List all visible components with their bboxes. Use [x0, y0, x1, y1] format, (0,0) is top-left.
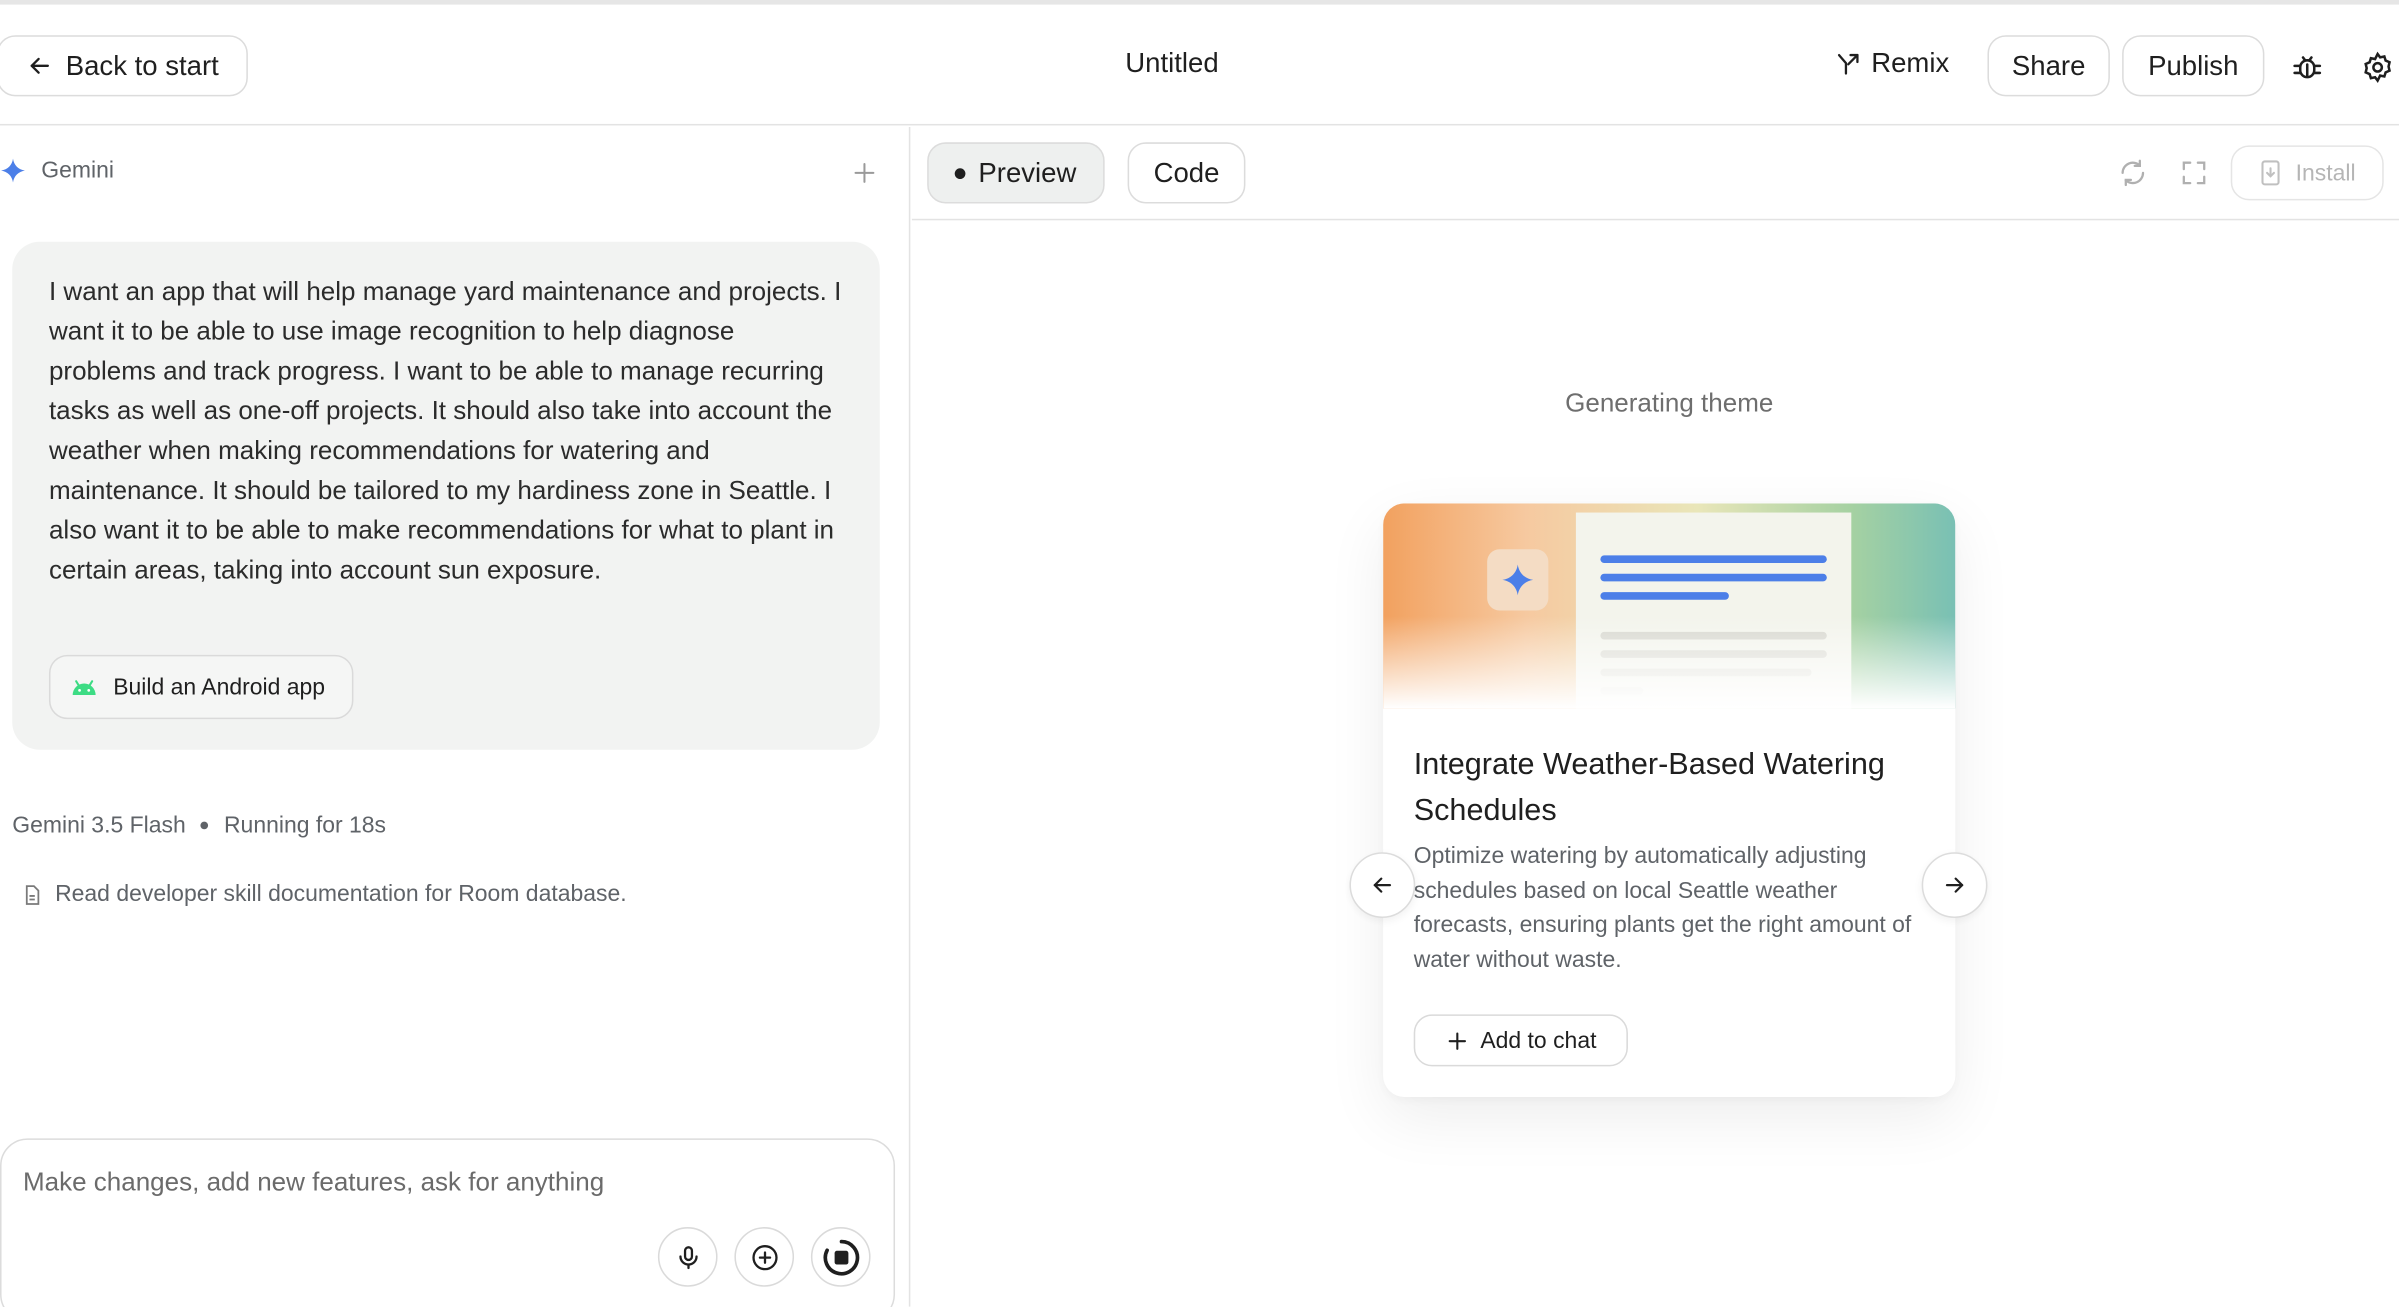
remix-icon [1837, 53, 1859, 74]
previous-card-button[interactable] [1349, 852, 1416, 918]
user-prompt-bubble: I want an app that will help manage yard… [12, 241, 880, 750]
generating-status: Generating theme [1565, 388, 1774, 418]
model-name: Gemini [41, 157, 115, 184]
mic-button[interactable] [657, 1227, 718, 1287]
build-android-app-chip[interactable]: Build an Android app [48, 654, 354, 720]
card-description: Optimize watering by automatically adjus… [1413, 843, 1912, 973]
stop-generation-button[interactable] [810, 1227, 871, 1287]
status-separator [201, 821, 209, 830]
arrow-left-icon [30, 57, 49, 74]
install-label: Install [2295, 159, 2356, 186]
tab-preview-label: Preview [978, 156, 1077, 188]
stop-icon [822, 1238, 859, 1275]
preview-panel: Preview Code Install Generating theme In… [911, 127, 2399, 1307]
run-status: Gemini 3.5 Flash Running for 18s [12, 812, 386, 838]
add-to-chat-label: Add to chat [1480, 1027, 1597, 1054]
build-android-app-label: Build an Android app [113, 673, 326, 700]
install-button[interactable]: Install [2230, 145, 2384, 201]
task-step: Read developer skill documentation for R… [21, 881, 627, 908]
gear-icon[interactable] [2361, 50, 2395, 84]
plus-icon [1447, 1031, 1466, 1050]
add-circle-icon [751, 1244, 777, 1270]
project-title[interactable]: Untitled [1047, 47, 1298, 79]
back-to-start-button[interactable]: Back to start [0, 35, 248, 97]
add-attachment-button[interactable] [734, 1227, 795, 1287]
remix-button[interactable]: Remix [1834, 47, 1949, 79]
install-icon [2262, 160, 2281, 186]
bug-icon[interactable] [2290, 50, 2324, 84]
fullscreen-icon[interactable] [2179, 158, 2210, 189]
card-hero-image [1383, 503, 1956, 709]
gemini-spark-icon [1, 158, 25, 183]
tab-preview[interactable]: Preview [927, 142, 1105, 204]
next-card-button[interactable] [1921, 852, 1988, 918]
remix-label: Remix [1871, 47, 1950, 79]
chat-composer [0, 1138, 896, 1307]
app-header: Back to start Untitled Remix Share Publi… [0, 5, 2399, 126]
chat-input[interactable] [22, 1167, 880, 1198]
new-chat-plus-icon[interactable] [849, 158, 880, 189]
feature-suggestion-card: Integrate Weather-Based Watering Schedul… [1383, 503, 1956, 1098]
document-icon [25, 884, 40, 905]
task-step-text: Read developer skill documentation for R… [55, 881, 627, 908]
status-model: Gemini 3.5 Flash [12, 812, 186, 839]
refresh-icon[interactable] [2118, 158, 2149, 189]
model-header: Gemini [0, 158, 114, 184]
tab-code[interactable]: Code [1127, 142, 1246, 204]
status-running: Running for 18s [223, 812, 387, 839]
mic-icon [678, 1245, 697, 1269]
arrow-left-icon [1373, 877, 1392, 893]
chat-panel: Gemini I want an app that will help mana… [0, 126, 911, 1307]
add-to-chat-button[interactable]: Add to chat [1413, 1014, 1628, 1067]
hero-fade [1383, 503, 1956, 709]
publish-button[interactable]: Publish [2122, 35, 2265, 97]
android-icon [72, 680, 96, 696]
arrow-right-icon [1945, 877, 1964, 893]
share-button[interactable]: Share [1987, 35, 2110, 97]
user-prompt-text: I want an app that will help manage yard… [48, 276, 842, 585]
card-title: Integrate Weather-Based Watering Schedul… [1413, 748, 1885, 828]
preview-toolbar: Preview Code Install [911, 127, 2399, 221]
back-to-start-label: Back to start [65, 49, 219, 81]
active-dot [955, 167, 967, 179]
